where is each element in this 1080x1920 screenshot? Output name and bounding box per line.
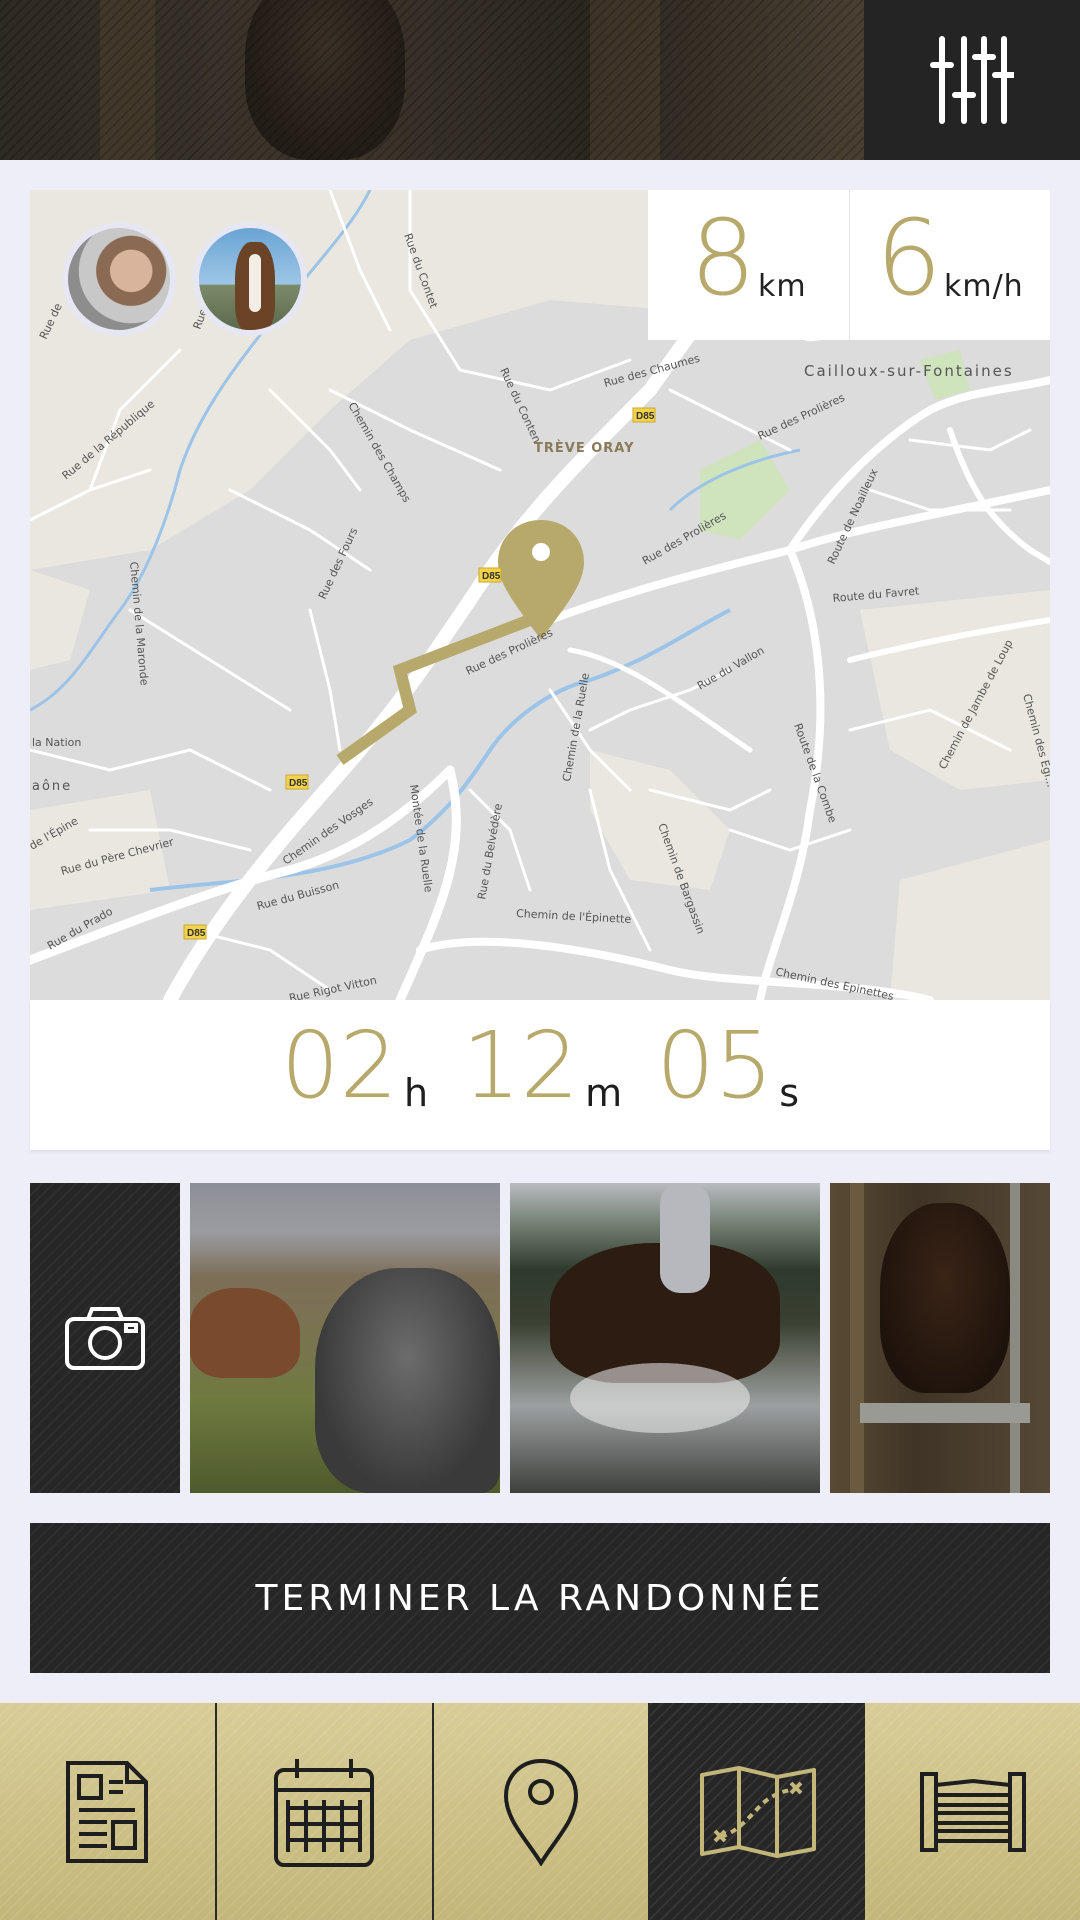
ride-timer: 02 h 12 m 05 s <box>30 1000 1050 1150</box>
timer-hours: 02 <box>280 1012 398 1119</box>
speed-unit: km/h <box>943 269 1024 304</box>
speed-value: 6 <box>875 197 942 319</box>
calendar-icon <box>274 1758 375 1867</box>
ride-photo[interactable] <box>190 1183 500 1493</box>
svg-text:D85: D85 <box>636 411 655 422</box>
header-banner <box>0 0 1080 160</box>
ride-photo[interactable] <box>510 1183 820 1493</box>
document-icon <box>66 1760 149 1863</box>
distance-stat: 8 km <box>648 190 849 340</box>
fence-icon <box>919 1771 1026 1852</box>
add-photo-button[interactable] <box>30 1183 180 1493</box>
svg-text:la Nation: la Nation <box>32 736 81 749</box>
nav-item-map[interactable] <box>650 1703 866 1920</box>
photo-strip <box>30 1183 1050 1493</box>
svg-text:D85: D85 <box>187 928 206 939</box>
timer-seconds-unit: s <box>779 1071 800 1115</box>
rider-avatar[interactable] <box>62 222 176 336</box>
distance-value: 8 <box>689 197 756 319</box>
route-map[interactable]: D85 D85 D85 D85 Cailloux-sur-Fontaines T… <box>30 190 1050 1000</box>
timer-hours-unit: h <box>403 1071 429 1115</box>
ride-photo[interactable] <box>830 1183 1050 1493</box>
bottom-nav <box>0 1703 1080 1920</box>
sliders-icon <box>930 36 1014 124</box>
timer-seconds: 05 <box>656 1012 774 1119</box>
svg-text:TRÈVE ORAY: TRÈVE ORAY <box>534 440 635 456</box>
svg-text:D85: D85 <box>289 778 308 789</box>
map-icon <box>699 1765 816 1858</box>
horse-avatar[interactable] <box>193 222 307 336</box>
nav-item-stable[interactable] <box>865 1703 1080 1920</box>
svg-text:D85: D85 <box>482 571 501 582</box>
timer-minutes-unit: m <box>585 1071 623 1115</box>
finish-ride-label: TERMINER LA RANDONNÉE <box>255 1577 825 1619</box>
filter-button[interactable] <box>864 0 1080 160</box>
distance-unit: km <box>758 269 807 304</box>
location-pin-icon <box>503 1758 578 1866</box>
nav-item-location[interactable] <box>433 1703 651 1920</box>
svg-text:Cailloux-sur-Fontaines: Cailloux-sur-Fontaines <box>804 362 1014 380</box>
nav-item-calendar[interactable] <box>216 1703 434 1920</box>
camera-icon <box>65 1307 145 1370</box>
svg-text:aône: aône <box>32 779 72 794</box>
timer-minutes: 12 <box>462 1012 580 1119</box>
finish-ride-button[interactable]: TERMINER LA RANDONNÉE <box>30 1523 1050 1673</box>
speed-stat: 6 km/h <box>848 190 1051 340</box>
nav-item-documents[interactable] <box>0 1703 217 1920</box>
ride-stats: 8 km 6 km/h <box>648 190 1050 340</box>
